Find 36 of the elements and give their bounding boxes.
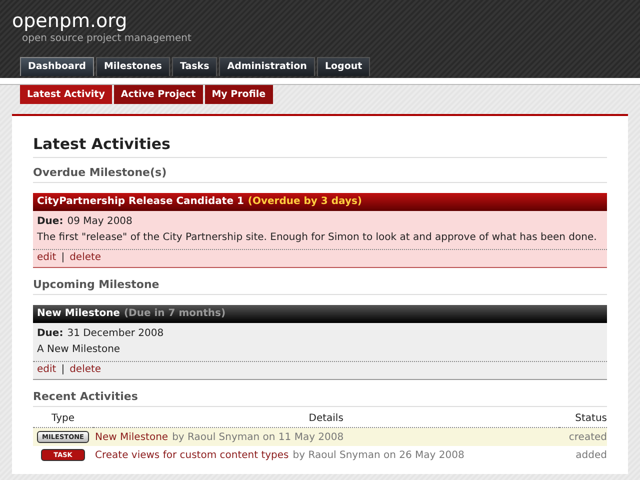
action-link[interactable]: edit <box>37 252 56 264</box>
section-heading: Recent Activities <box>33 390 607 407</box>
separator: | <box>61 252 65 264</box>
milestone-name: New Milestone <box>37 308 120 319</box>
section-heading: Upcoming Milestone <box>33 278 607 295</box>
site-title: openpm.org <box>12 10 128 32</box>
activity-link[interactable]: New Milestone <box>93 432 168 442</box>
milestone-name: CityPartnership Release Candidate 1 <box>37 196 244 207</box>
subnav-tab[interactable]: Latest Activity <box>20 85 112 104</box>
site-tagline: open source project management <box>22 32 192 45</box>
subnav-tab[interactable]: My Profile <box>204 85 273 104</box>
milestone-description: The first "release" of the City Partnership site. Enough for Simon to look at and approve of what has been done. <box>36 231 598 245</box>
milestone-description: A New Milestone <box>36 343 122 357</box>
due-label: Due: <box>37 216 64 227</box>
action-link[interactable]: edit <box>37 364 56 376</box>
nav-tab[interactable]: Administration <box>219 57 315 76</box>
due-date: 09 May 2008 <box>67 216 132 227</box>
activity-author: by Raoul Snyman on 11 May 2008 <box>172 432 344 442</box>
nav-tab[interactable]: Dashboard <box>20 57 94 76</box>
nav-tab[interactable]: Logout <box>316 57 370 76</box>
separator: | <box>61 364 65 376</box>
status-cell: added <box>559 446 607 464</box>
milestone-due-note: (Due in 7 months) <box>124 308 226 319</box>
nav-tab[interactable]: Milestones <box>96 57 170 76</box>
due-label: Due: <box>37 328 64 339</box>
milestone-due-note: (Overdue by 3 days) <box>248 196 362 207</box>
activity-link[interactable]: Create views for custom content types <box>93 450 289 460</box>
status-cell: created <box>559 428 607 446</box>
nav-tab[interactable]: Tasks <box>172 57 218 76</box>
page-title: Latest Activities <box>33 134 607 158</box>
action-link[interactable]: delete <box>70 364 102 376</box>
subnav-tab[interactable]: Active Project <box>114 85 203 104</box>
due-date: 31 December 2008 <box>67 328 164 339</box>
action-link[interactable]: delete <box>70 252 102 264</box>
section-heading: Overdue Milestone(s) <box>33 166 607 183</box>
activity-author: by Raoul Snyman on 26 May 2008 <box>292 450 464 460</box>
